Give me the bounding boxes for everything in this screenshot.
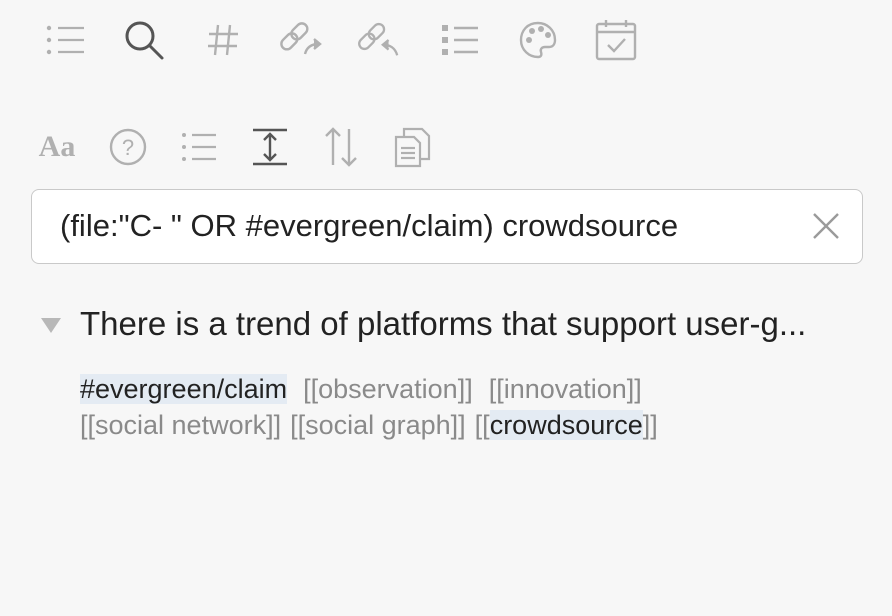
outgoing-links-icon[interactable] bbox=[277, 17, 323, 63]
link-crowdsource[interactable]: [[crowdsource]] bbox=[475, 410, 658, 440]
result-tags-line-2: [[social network]] [[social graph]] [[crow… bbox=[80, 410, 658, 441]
help-icon[interactable]: ? bbox=[105, 124, 151, 170]
link-observation[interactable]: [[observation]] bbox=[303, 374, 473, 404]
backlinks-icon[interactable] bbox=[355, 17, 401, 63]
search-input[interactable] bbox=[60, 190, 800, 262]
text-size-icon[interactable]: Aa bbox=[34, 124, 80, 170]
link-crowdsource-open: [[ bbox=[474, 410, 490, 440]
list-icon[interactable] bbox=[437, 17, 483, 63]
result-title[interactable]: There is a trend of platforms that suppo… bbox=[80, 305, 806, 343]
expand-vertical-icon[interactable] bbox=[247, 124, 293, 170]
link-crowdsource-close: ]] bbox=[642, 410, 658, 440]
copy-document-icon[interactable] bbox=[389, 124, 435, 170]
link-social-network[interactable]: [[social network]] bbox=[80, 410, 281, 440]
link-innovation[interactable]: [[innovation]] bbox=[489, 374, 642, 404]
help-label: ? bbox=[122, 135, 134, 160]
search-box bbox=[31, 189, 863, 264]
result-tags-line-1: #evergreen/claim [[observation]] [[innovat… bbox=[80, 374, 642, 405]
chevron-down-icon bbox=[41, 318, 61, 333]
calendar-check-icon[interactable] bbox=[593, 17, 639, 63]
sort-icon[interactable] bbox=[318, 124, 364, 170]
search-panel: Aa ? (file:"C- " OR #evergreen/claim) cr… bbox=[0, 0, 892, 616]
link-social-graph[interactable]: [[social graph]] bbox=[290, 410, 466, 440]
link-crowdsource-match: crowdsource bbox=[489, 410, 643, 440]
tag-evergreen-claim[interactable]: #evergreen/claim bbox=[80, 374, 288, 404]
collapse-toggle[interactable] bbox=[38, 312, 64, 338]
palette-icon[interactable] bbox=[515, 17, 561, 63]
text-size-label: Aa bbox=[38, 130, 76, 163]
clear-search-button[interactable] bbox=[806, 206, 846, 246]
hashtag-icon[interactable] bbox=[200, 17, 246, 63]
outline-list-icon[interactable] bbox=[42, 17, 88, 63]
close-icon bbox=[813, 213, 839, 239]
list-lines-icon[interactable] bbox=[176, 124, 222, 170]
search-icon[interactable] bbox=[121, 17, 167, 63]
